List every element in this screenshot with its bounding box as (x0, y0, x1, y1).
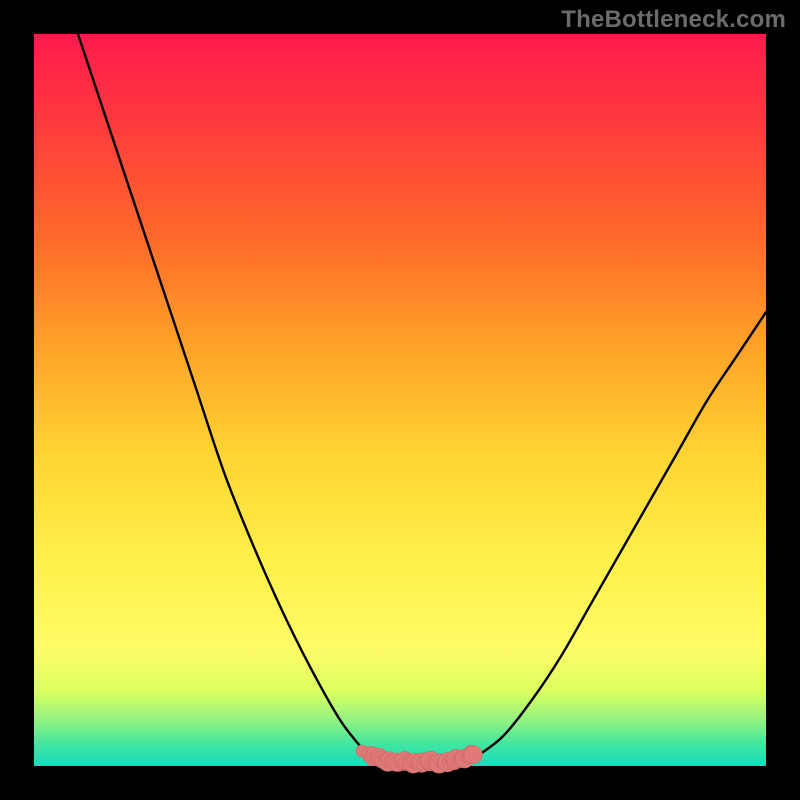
plot-area (34, 34, 766, 766)
left-curve (78, 34, 371, 759)
bottom-marker-dot (464, 746, 482, 764)
chart-frame: TheBottleneck.com (0, 0, 800, 800)
right-curve (473, 312, 766, 759)
watermark-text: TheBottleneck.com (561, 6, 786, 34)
chart-svg (34, 34, 766, 766)
bottom-markers-group (356, 745, 482, 773)
